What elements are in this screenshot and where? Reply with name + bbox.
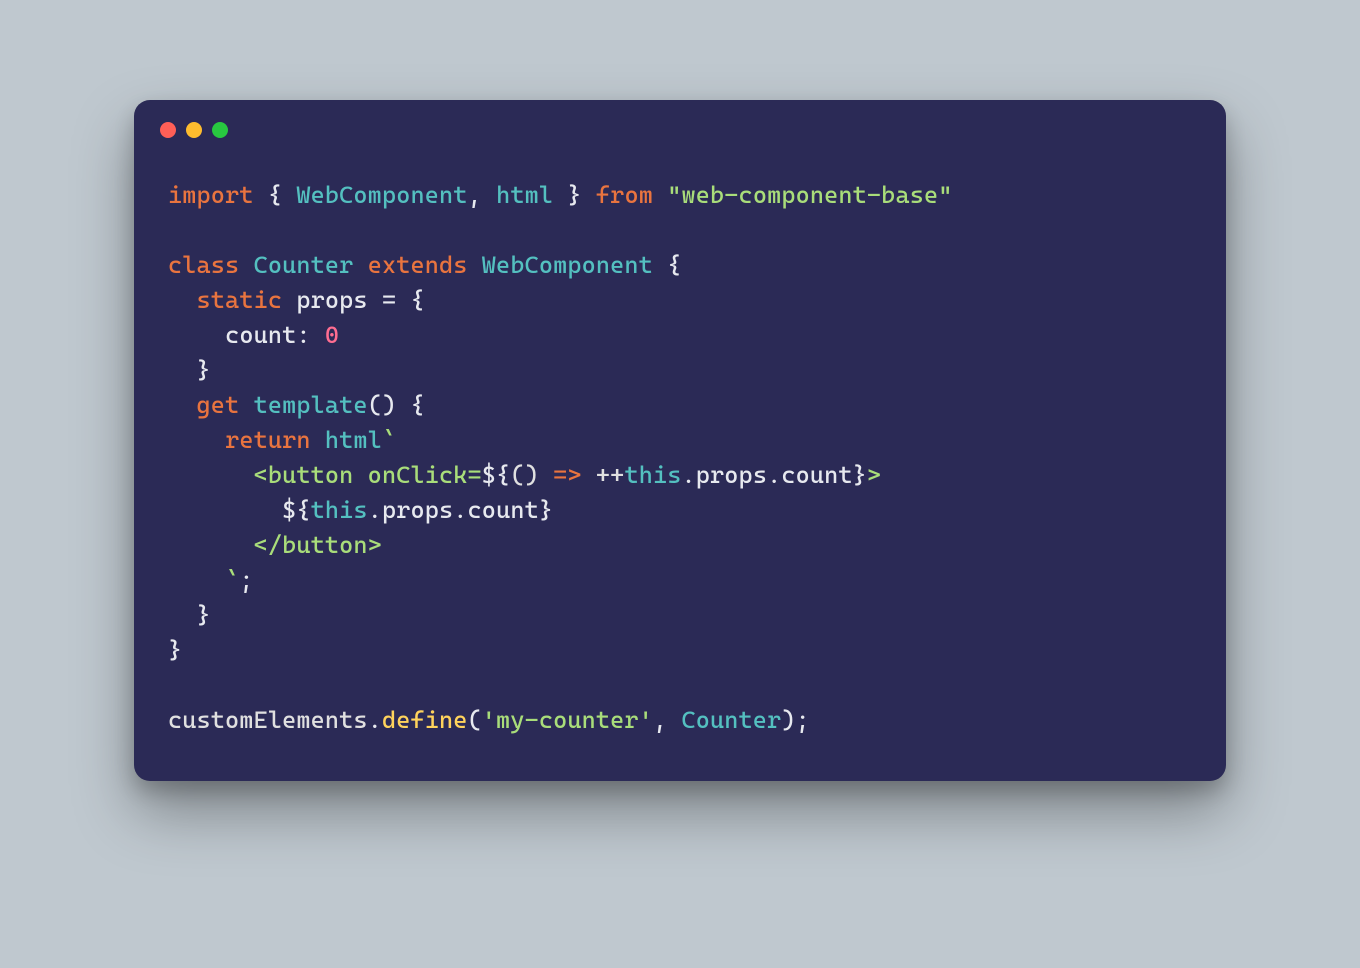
argument: Counter — [681, 706, 781, 734]
global-object: customElements — [168, 706, 368, 734]
template-text: > — [867, 461, 881, 489]
dot: . — [682, 461, 696, 489]
backtick: ` — [225, 566, 239, 594]
arrow-operator: => — [553, 461, 582, 489]
increment: ++ — [582, 461, 625, 489]
dot: . — [767, 461, 781, 489]
indent — [168, 391, 197, 419]
space — [311, 426, 325, 454]
property: props — [696, 461, 767, 489]
space — [239, 391, 253, 419]
keyword-from: from — [596, 181, 653, 209]
indent — [168, 531, 254, 559]
superclass: WebComponent — [482, 251, 653, 279]
space — [653, 181, 667, 209]
interp-close: } — [853, 461, 867, 489]
indent — [168, 496, 282, 524]
close-icon[interactable] — [160, 122, 176, 138]
dot: . — [368, 496, 382, 524]
backtick: ` — [382, 426, 396, 454]
dot: . — [453, 496, 467, 524]
indent — [168, 286, 197, 314]
space — [239, 251, 253, 279]
keyword-extends: extends — [368, 251, 468, 279]
brace: } — [197, 356, 211, 384]
tag-function: html — [325, 426, 382, 454]
string-literal: 'my-counter' — [482, 706, 653, 734]
space — [353, 251, 367, 279]
paren-right-semi: ); — [781, 706, 810, 734]
brace: } — [168, 636, 182, 664]
keyword-import: import — [168, 181, 254, 209]
property: props — [382, 496, 453, 524]
interp-open: ${ — [282, 496, 311, 524]
object-key: count — [225, 321, 296, 349]
indent — [168, 566, 225, 594]
property-name: props — [296, 286, 367, 314]
dot: . — [368, 706, 382, 734]
indent — [168, 461, 254, 489]
this-keyword: this — [311, 496, 368, 524]
template-text: <button onClick= — [254, 461, 482, 489]
number-literal: 0 — [325, 321, 339, 349]
brace-right: } — [553, 181, 596, 209]
code-block: import { WebComponent, html } from "web-… — [134, 148, 1226, 781]
indent — [168, 356, 197, 384]
colon: : — [296, 321, 325, 349]
method-call: define — [382, 706, 468, 734]
string-literal: "web-component-base" — [667, 181, 952, 209]
interp-open: ${ — [482, 461, 511, 489]
space — [653, 251, 667, 279]
class-name: Counter — [254, 251, 354, 279]
indent — [168, 426, 225, 454]
template-text: </button> — [254, 531, 382, 559]
equals-brace: = { — [368, 286, 425, 314]
brace: { — [667, 251, 681, 279]
minimize-icon[interactable] — [186, 122, 202, 138]
comma: , — [653, 706, 682, 734]
this-keyword: this — [624, 461, 681, 489]
arrow-params: () — [510, 461, 553, 489]
brace: } — [197, 601, 211, 629]
zoom-icon[interactable] — [212, 122, 228, 138]
paren-left: ( — [468, 706, 482, 734]
keyword-get: get — [197, 391, 240, 419]
interp-close: } — [539, 496, 553, 524]
semicolon: ; — [239, 566, 253, 594]
brace-left: { — [254, 181, 297, 209]
property: count — [781, 461, 852, 489]
getter-name: template — [254, 391, 368, 419]
window-titlebar — [134, 100, 1226, 148]
property: count — [468, 496, 539, 524]
keyword-class: class — [168, 251, 239, 279]
keyword-return: return — [225, 426, 311, 454]
code-window: import { WebComponent, html } from "web-… — [134, 100, 1226, 781]
keyword-static: static — [197, 286, 283, 314]
indent — [168, 321, 225, 349]
indent — [168, 601, 197, 629]
parens-brace: () { — [368, 391, 425, 419]
comma: , — [468, 181, 497, 209]
space — [468, 251, 482, 279]
identifier: WebComponent — [296, 181, 467, 209]
space — [282, 286, 296, 314]
identifier: html — [496, 181, 553, 209]
